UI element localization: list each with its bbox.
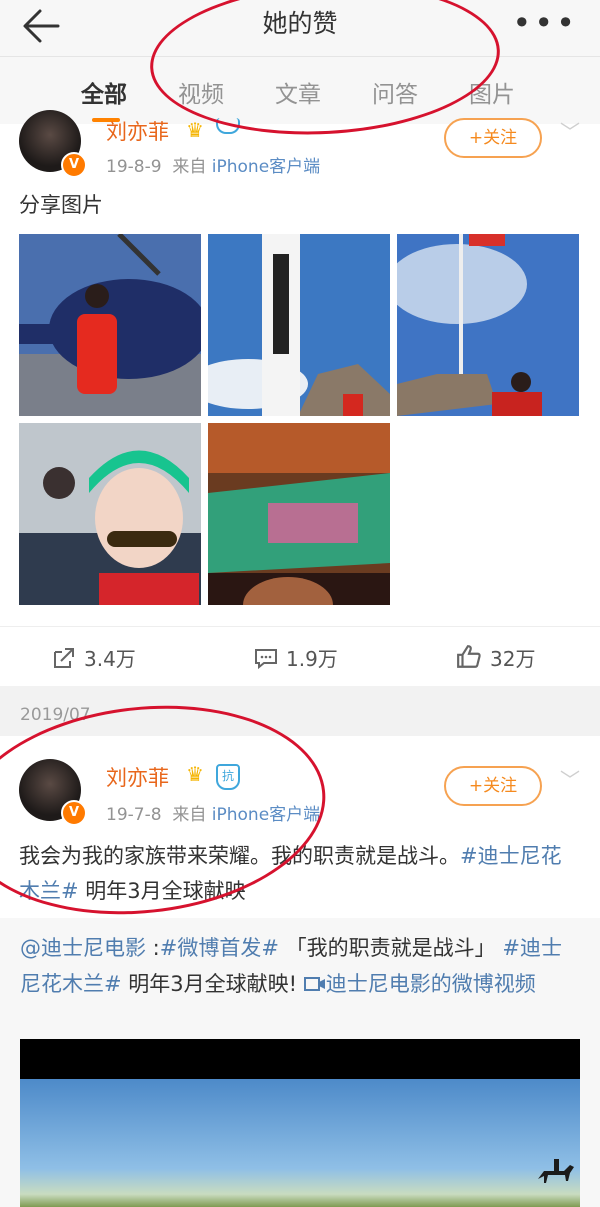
post-source[interactable]: iPhone客户端: [212, 157, 320, 177]
chevron-down-icon[interactable]: ﹀: [560, 116, 580, 145]
post-from: 来自: [172, 157, 207, 177]
repost-colon: :: [146, 936, 160, 960]
repost-button[interactable]: 3.4万: [52, 643, 136, 672]
tab-all[interactable]: 全部: [81, 75, 127, 109]
like-count: 32万: [490, 647, 536, 671]
comment-count: 1.9万: [286, 647, 338, 671]
video-link[interactable]: 迪士尼电影的微博视频: [303, 972, 536, 996]
video-thumbnail[interactable]: [20, 1039, 580, 1207]
mention-link[interactable]: @迪士尼电影: [20, 936, 146, 960]
more-options-icon[interactable]: •••: [512, 4, 578, 42]
flag-photo[interactable]: [397, 234, 579, 416]
repost-block[interactable]: @迪士尼电影 :#微博首发# 「我的职责就是战斗」 #迪士尼花木兰# 明年3月全…: [0, 918, 600, 1207]
username[interactable]: 刘亦菲: [106, 116, 169, 146]
video-camera-icon: [303, 977, 325, 991]
helicopter-cabin-photo[interactable]: [19, 423, 201, 605]
thumbs-up-icon: [457, 645, 481, 668]
video-frame: [20, 1079, 580, 1207]
rider-silhouette-icon: [538, 1159, 574, 1183]
video-link-label[interactable]: 迪士尼电影的微博视频: [326, 972, 536, 996]
post-date: 19-8-9: [106, 157, 162, 177]
helicopter-photo[interactable]: [19, 234, 201, 416]
repost-text: @迪士尼电影 :#微博首发# 「我的职责就是战斗」 #迪士尼花木兰# 明年3月全…: [20, 930, 580, 1002]
share-icon: [54, 648, 74, 668]
like-button[interactable]: 32万: [456, 643, 535, 672]
repost-count: 3.4万: [84, 647, 136, 671]
follow-button[interactable]: +关注: [444, 766, 542, 806]
repost-quote: 「我的职责就是战斗」: [278, 936, 496, 960]
comment-button[interactable]: 1.9万: [254, 643, 338, 672]
post-card: V 刘亦菲 ♛ 19-8-9 来自 iPhone客户端 +关注 ﹀ 分享图片 3…: [0, 110, 600, 687]
follow-button[interactable]: +关注: [444, 118, 542, 158]
verified-icon: V: [61, 152, 87, 178]
crown-icon: ♛: [186, 118, 204, 142]
repost-tail: 明年3月全球献映!: [121, 972, 304, 996]
stadium-photo[interactable]: [208, 423, 390, 605]
comment-icon: [255, 649, 277, 670]
post-meta: 19-8-9 来自 iPhone客户端: [106, 152, 320, 177]
topic-link[interactable]: #微博首发#: [160, 936, 279, 960]
post-actions: 3.4万 1.9万 32万: [0, 626, 600, 687]
post-text: 分享图片: [19, 193, 103, 217]
tissot-banner-photo[interactable]: [208, 234, 390, 416]
chevron-down-icon[interactable]: ﹀: [560, 764, 580, 793]
